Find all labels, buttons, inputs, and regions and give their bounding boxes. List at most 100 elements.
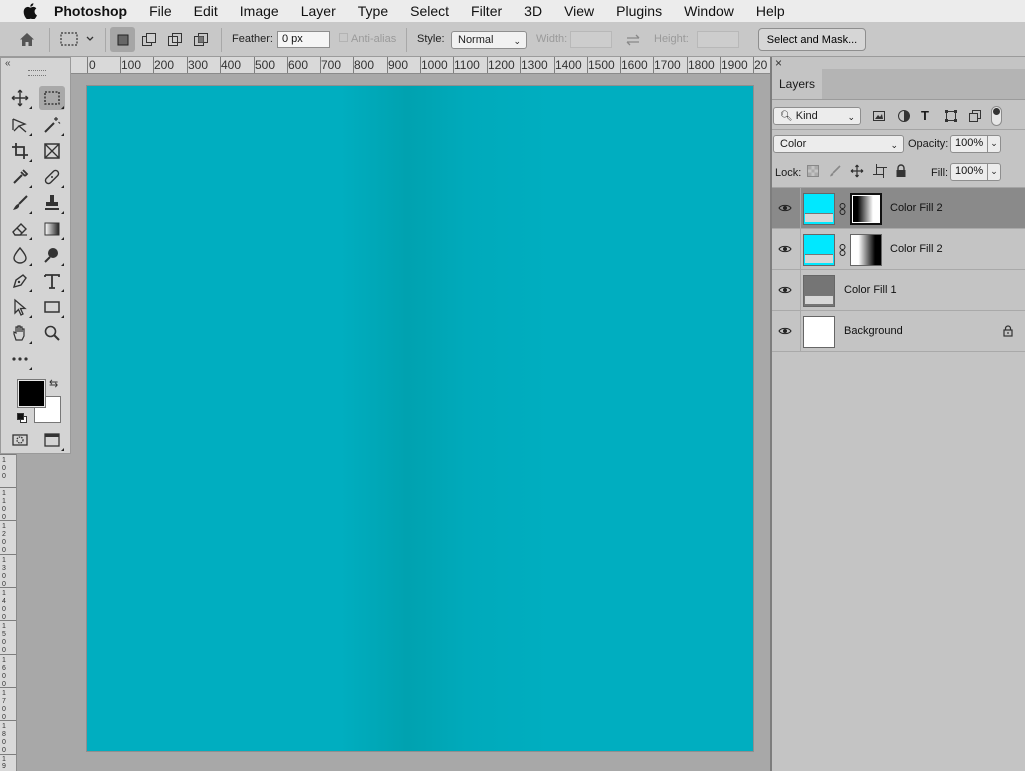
menu-file[interactable]: File [138,3,183,19]
rectangle-tool-icon[interactable] [39,295,65,319]
filter-toggle-switch[interactable] [991,106,1002,126]
layer-thumbnail[interactable] [803,234,835,266]
add-to-selection-button[interactable] [137,27,161,52]
layer-row[interactable]: Background [772,311,1025,352]
hand-tool-icon[interactable] [7,321,33,345]
width-input[interactable] [570,31,612,48]
opacity-input[interactable]: 100% [950,135,988,153]
menu-view[interactable]: View [553,3,605,19]
new-selection-button[interactable] [110,27,135,52]
menu-plugins[interactable]: Plugins [605,3,673,19]
layer-mask-thumbnail[interactable] [850,193,882,225]
menu-help[interactable]: Help [745,3,796,19]
move-tool-icon[interactable] [7,86,33,110]
layer-name[interactable]: Color Fill 1 [844,284,897,296]
intersect-selection-button[interactable] [189,27,213,52]
layer-thumbnail[interactable] [803,275,835,307]
fill-dropdown-icon[interactable]: ⌄ [987,163,1001,181]
height-input[interactable] [697,31,739,48]
blur-tool-icon[interactable] [7,243,33,267]
home-icon[interactable] [16,29,38,49]
type-tool-icon[interactable] [39,269,65,293]
lock-artboard-icon[interactable] [873,164,887,178]
shape-filter-icon[interactable] [944,109,958,123]
menu-select[interactable]: Select [399,3,460,19]
menu-3d[interactable]: 3D [513,3,553,19]
screen-mode-icon[interactable] [39,428,65,452]
apple-icon[interactable] [20,3,40,19]
chevron-down-icon: ⌄ [890,140,898,150]
link-icon[interactable] [839,244,846,256]
feather-input[interactable]: 0 px [277,31,330,48]
collapse-panel-icon[interactable]: « [5,58,11,69]
tab-layers[interactable]: Layers [772,69,822,99]
menu-photoshop[interactable]: Photoshop [54,3,138,19]
eraser-tool-icon[interactable] [7,217,33,241]
lock-image-pixels-icon[interactable] [829,165,841,177]
more-tools-icon[interactable] [7,347,33,371]
chevron-down-icon: ⌄ [513,36,521,46]
menu-layer[interactable]: Layer [290,3,347,19]
dodge-tool-icon[interactable] [39,243,65,267]
horizontal-ruler[interactable]: 0 100 200 300 400 500 600 700 800 900 10… [0,57,770,74]
link-icon[interactable] [839,203,846,215]
eye-icon[interactable] [778,284,792,296]
quick-mask-icon[interactable] [7,428,33,452]
lock-position-icon[interactable] [850,164,864,178]
fill-input[interactable]: 100% [950,163,988,181]
subtract-from-selection-button[interactable] [163,27,187,52]
style-select[interactable]: Normal ⌄ [451,31,527,49]
gradient-tool-icon[interactable] [39,217,65,241]
eye-icon[interactable] [778,202,792,214]
layer-thumbnail[interactable] [803,316,835,348]
layer-name[interactable]: Background [844,325,903,337]
layer-name[interactable]: Color Fill 2 [890,202,943,214]
lock-transparent-pixels-icon[interactable] [807,165,819,177]
zoom-tool-icon[interactable] [39,321,65,345]
clone-stamp-tool-icon[interactable] [39,191,65,215]
menu-filter[interactable]: Filter [460,3,513,19]
layer-row[interactable]: Color Fill 2 [772,229,1025,270]
blend-mode-select[interactable]: Color ⌄ [773,135,904,153]
pixel-filter-icon[interactable] [872,109,886,123]
healing-brush-tool-icon[interactable] [39,165,65,189]
smart-object-filter-icon[interactable] [968,109,982,123]
magic-wand-tool-icon[interactable] [39,113,65,137]
layer-row[interactable]: Color Fill 2 [772,188,1025,229]
menu-image[interactable]: Image [229,3,290,19]
frame-tool-icon[interactable] [39,139,65,163]
eye-icon[interactable] [778,243,792,255]
marquee-preset-picker[interactable] [58,29,98,49]
panel-grip-icon[interactable] [28,70,46,76]
document-canvas[interactable] [87,86,753,751]
menu-window[interactable]: Window [673,3,745,19]
layer-row[interactable]: Color Fill 1 [772,270,1025,311]
rectangular-marquee-tool-icon[interactable] [39,86,65,110]
lock-label: Lock: [775,167,802,179]
opacity-dropdown-icon[interactable]: ⌄ [987,135,1001,153]
layer-thumbnail[interactable] [803,193,835,225]
ruler-label: 1800 [688,58,715,72]
eye-icon[interactable] [778,325,792,337]
select-and-mask-button[interactable]: Select and Mask... [758,28,866,51]
brush-tool-icon[interactable] [7,191,33,215]
lasso-tool-icon[interactable] [7,113,33,137]
crop-tool-icon[interactable] [7,139,33,163]
antialias-checkbox[interactable] [339,33,348,42]
swap-colors-icon[interactable]: ⇆ [49,377,58,390]
foreground-color-swatch-top[interactable] [18,380,45,407]
layer-filter-select[interactable]: 🔍︎ Kind ⌄ [773,107,861,125]
lock-all-icon[interactable] [895,164,907,178]
adjustment-filter-icon[interactable] [897,109,911,123]
close-panel-icon[interactable]: × [775,57,782,69]
pen-tool-icon[interactable] [7,269,33,293]
type-filter-icon[interactable]: T [921,108,935,123]
layer-name[interactable]: Color Fill 2 [890,243,943,255]
layer-mask-thumbnail[interactable] [850,234,882,266]
eyedropper-tool-icon[interactable] [7,165,33,189]
menu-type[interactable]: Type [347,3,399,19]
path-selection-tool-icon[interactable] [7,295,33,319]
default-colors-icon[interactable] [17,410,27,423]
menu-edit[interactable]: Edit [183,3,229,19]
swap-width-height-icon[interactable] [623,31,643,48]
